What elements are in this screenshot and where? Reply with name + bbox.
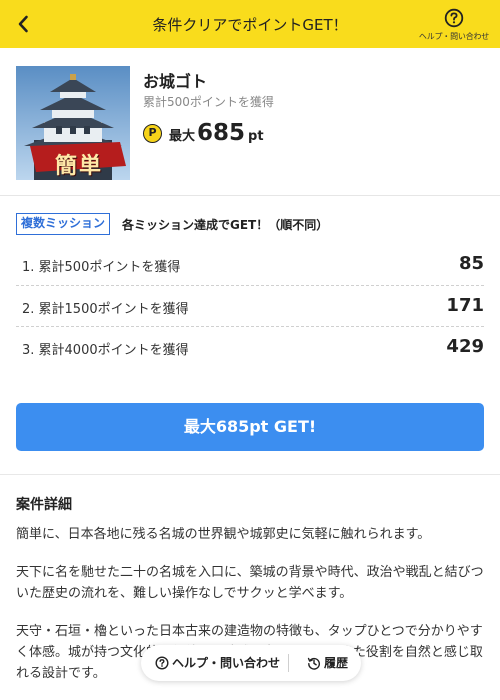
offer-title: お城ゴト [143, 72, 208, 91]
help-circle-icon [155, 656, 169, 670]
mission-item: 1. 累計500ポイントを獲得 85 [16, 244, 484, 285]
mission-note: 各ミッション達成でGET！（順不同） [122, 218, 329, 232]
max-reward: 最大685 pt [169, 120, 264, 146]
mission-label: 3. 累計4000ポイントを獲得 [22, 343, 189, 358]
history-label: 履歴 [324, 656, 349, 670]
reward-points: 685 [197, 120, 246, 146]
thumbnail-badge-text: 簡単 [54, 154, 103, 179]
section-divider [0, 474, 500, 475]
mission-label: 2. 累計1500ポイントを獲得 [22, 302, 189, 317]
get-points-button[interactable]: 最大685pt GET! [16, 403, 484, 451]
reward-unit: pt [248, 129, 264, 144]
details-heading: 案件詳細 [16, 497, 72, 513]
point-coin-icon: P [143, 124, 162, 143]
reward-prefix: 最大 [169, 129, 196, 144]
mission-item: 2. 累計1500ポイントを獲得 171 [16, 286, 484, 327]
castle-thumbnail: 簡単 [16, 66, 130, 180]
mission-points: 429 [446, 336, 484, 357]
details-paragraph: 簡単に、日本各地に残る名城の世界観や城郭史に気軽に触れられます。 [16, 527, 431, 542]
mission-label: 1. 累計500ポイントを獲得 [22, 260, 181, 275]
mission-header: 複数ミッション 各ミッション達成でGET！（順不同） [16, 213, 484, 235]
help-button-label: ヘルプ・問い合わせ [418, 32, 490, 41]
floating-bar-divider [288, 654, 289, 672]
mission-points: 171 [446, 295, 484, 316]
history-button[interactable]: 履歴 [307, 654, 348, 672]
top-header: 条件クリアでポイントGET！ ヘルプ・問い合わせ [0, 0, 500, 48]
help-circle-icon [444, 8, 464, 28]
offer-subtitle: 累計500ポイントを獲得 [143, 95, 274, 109]
multi-mission-badge: 複数ミッション [16, 213, 111, 235]
mission-points: 85 [458, 253, 484, 274]
floating-help-button[interactable]: ヘルプ・問い合わせ [155, 654, 280, 672]
floating-action-bar: ヘルプ・問い合わせ 履歴 [141, 645, 361, 681]
floating-help-label: ヘルプ・問い合わせ [172, 656, 281, 670]
history-icon [307, 657, 321, 670]
offer-summary: 簡単 お城ゴト 累計500ポイントを獲得 P 最大685 pt [0, 48, 500, 196]
mission-item: 3. 累計4000ポイントを獲得 429 [16, 327, 484, 368]
help-button[interactable]: ヘルプ・問い合わせ [416, 8, 492, 44]
details-paragraph: 天下に名を馳せた二十の名城を入口に、築城の背景や時代、政治や戦乱と結びついた歴史… [16, 565, 484, 601]
